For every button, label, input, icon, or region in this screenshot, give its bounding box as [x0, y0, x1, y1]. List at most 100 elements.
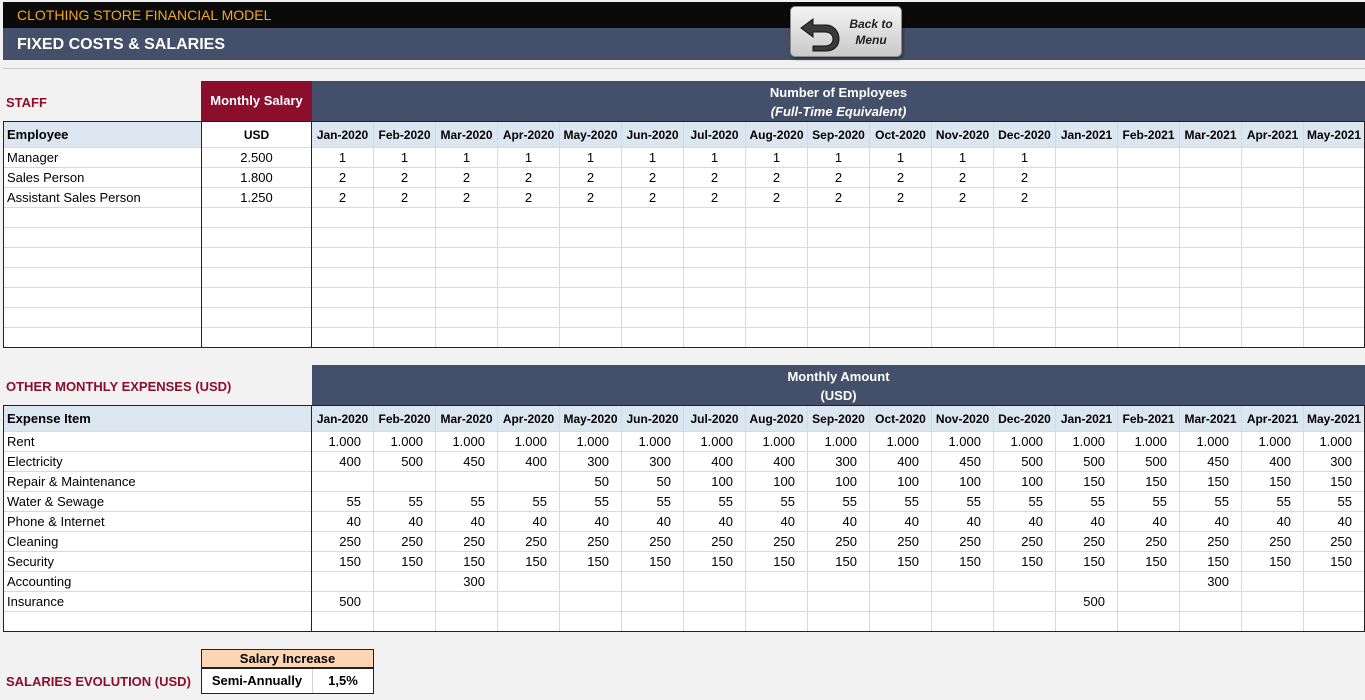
expense-amount-cell[interactable]	[993, 611, 1056, 632]
expense-amount-cell[interactable]: 150	[993, 551, 1056, 572]
employee-count-cell[interactable]	[559, 287, 622, 308]
expense-amount-cell[interactable]: 55	[621, 491, 684, 512]
expense-amount-cell[interactable]: 55	[745, 491, 808, 512]
expense-amount-cell[interactable]: 55	[497, 491, 560, 512]
expense-amount-cell[interactable]: 500	[373, 451, 436, 472]
employee-count-cell[interactable]	[931, 327, 994, 348]
expense-amount-cell[interactable]: 100	[683, 471, 746, 492]
employee-count-cell[interactable]	[807, 287, 870, 308]
expense-amount-cell[interactable]	[497, 471, 560, 492]
employee-count-cell[interactable]	[311, 267, 374, 288]
employee-count-cell[interactable]	[1055, 287, 1118, 308]
employee-count-cell[interactable]	[745, 307, 808, 328]
employee-count-cell[interactable]	[683, 207, 746, 228]
employee-count-cell[interactable]	[745, 227, 808, 248]
increase-frequency-cell[interactable]: Semi-Annually	[202, 669, 313, 693]
employee-count-cell[interactable]	[683, 227, 746, 248]
employee-count-cell[interactable]	[621, 307, 684, 328]
employee-count-cell[interactable]: 2	[559, 167, 622, 188]
expense-amount-cell[interactable]: 1.000	[931, 431, 994, 452]
expense-amount-cell[interactable]: 450	[1179, 451, 1242, 472]
employee-count-cell[interactable]	[621, 227, 684, 248]
employee-count-cell[interactable]	[1055, 147, 1118, 168]
employee-count-cell[interactable]	[993, 267, 1056, 288]
expense-amount-cell[interactable]: 250	[1241, 531, 1304, 552]
employee-count-cell[interactable]: 2	[373, 167, 436, 188]
employee-count-cell[interactable]: 2	[373, 187, 436, 208]
expense-amount-cell[interactable]	[373, 611, 436, 632]
employee-count-cell[interactable]	[1241, 187, 1304, 208]
employee-count-cell[interactable]: 2	[435, 167, 498, 188]
employee-count-cell[interactable]	[621, 327, 684, 348]
expense-amount-cell[interactable]: 250	[435, 531, 498, 552]
expense-amount-cell[interactable]: 400	[745, 451, 808, 472]
expense-amount-cell[interactable]: 1.000	[621, 431, 684, 452]
employee-count-cell[interactable]	[869, 247, 932, 268]
employee-count-cell[interactable]	[559, 227, 622, 248]
employee-count-cell[interactable]: 2	[683, 167, 746, 188]
employee-name-cell[interactable]	[3, 247, 202, 268]
employee-count-cell[interactable]	[373, 247, 436, 268]
expense-amount-cell[interactable]: 300	[807, 451, 870, 472]
employee-count-cell[interactable]	[683, 287, 746, 308]
expense-amount-cell[interactable]	[497, 571, 560, 592]
expense-amount-cell[interactable]	[1303, 571, 1365, 592]
expense-amount-cell[interactable]	[621, 591, 684, 612]
employee-count-cell[interactable]: 2	[869, 187, 932, 208]
expense-amount-cell[interactable]: 150	[621, 551, 684, 572]
employee-count-cell[interactable]	[497, 327, 560, 348]
expense-amount-cell[interactable]: 150	[807, 551, 870, 572]
employee-count-cell[interactable]: 1	[745, 147, 808, 168]
employee-count-cell[interactable]	[497, 287, 560, 308]
expense-amount-cell[interactable]: 55	[559, 491, 622, 512]
employee-count-cell[interactable]	[1055, 167, 1118, 188]
expense-amount-cell[interactable]: 250	[683, 531, 746, 552]
employee-count-cell[interactable]	[931, 247, 994, 268]
expense-amount-cell[interactable]: 300	[621, 451, 684, 472]
expense-amount-cell[interactable]	[1117, 571, 1180, 592]
employee-count-cell[interactable]	[621, 247, 684, 268]
employee-count-cell[interactable]	[931, 307, 994, 328]
employee-count-cell[interactable]	[1179, 147, 1242, 168]
employee-count-cell[interactable]	[1179, 327, 1242, 348]
employee-count-cell[interactable]	[497, 227, 560, 248]
expense-amount-cell[interactable]	[559, 611, 622, 632]
expense-amount-cell[interactable]: 500	[1055, 591, 1118, 612]
employee-count-cell[interactable]	[1241, 207, 1304, 228]
expense-amount-cell[interactable]: 55	[993, 491, 1056, 512]
expense-amount-cell[interactable]	[1241, 611, 1304, 632]
employee-count-cell[interactable]	[1179, 207, 1242, 228]
expense-amount-cell[interactable]: 1.000	[1303, 431, 1365, 452]
employee-count-cell[interactable]	[497, 267, 560, 288]
employee-count-cell[interactable]	[993, 207, 1056, 228]
expense-amount-cell[interactable]: 40	[1241, 511, 1304, 532]
employee-count-cell[interactable]	[1117, 287, 1180, 308]
employee-count-cell[interactable]	[1179, 187, 1242, 208]
expense-amount-cell[interactable]: 40	[497, 511, 560, 532]
expense-amount-cell[interactable]: 40	[683, 511, 746, 532]
employee-count-cell[interactable]	[1117, 187, 1180, 208]
expense-amount-cell[interactable]: 1.000	[1055, 431, 1118, 452]
employee-count-cell[interactable]	[1241, 327, 1304, 348]
employee-count-cell[interactable]	[559, 267, 622, 288]
employee-count-cell[interactable]	[373, 327, 436, 348]
expense-amount-cell[interactable]: 55	[435, 491, 498, 512]
employee-count-cell[interactable]	[1055, 307, 1118, 328]
expense-amount-cell[interactable]: 1.000	[807, 431, 870, 452]
employee-count-cell[interactable]	[311, 227, 374, 248]
expense-item-cell[interactable]	[3, 611, 312, 632]
employee-name-cell[interactable]: Sales Person	[3, 167, 202, 188]
expense-item-cell[interactable]: Accounting	[3, 571, 312, 592]
expense-amount-cell[interactable]: 150	[683, 551, 746, 572]
expense-amount-cell[interactable]: 40	[1055, 511, 1118, 532]
employee-name-cell[interactable]: Assistant Sales Person	[3, 187, 202, 208]
expense-amount-cell[interactable]: 400	[869, 451, 932, 472]
expense-item-cell[interactable]: Electricity	[3, 451, 312, 472]
expense-amount-cell[interactable]	[435, 591, 498, 612]
expense-amount-cell[interactable]	[1303, 611, 1365, 632]
employee-count-cell[interactable]	[807, 227, 870, 248]
employee-count-cell[interactable]	[559, 327, 622, 348]
expense-amount-cell[interactable]: 250	[931, 531, 994, 552]
expense-amount-cell[interactable]	[1117, 611, 1180, 632]
expense-amount-cell[interactable]	[1179, 611, 1242, 632]
